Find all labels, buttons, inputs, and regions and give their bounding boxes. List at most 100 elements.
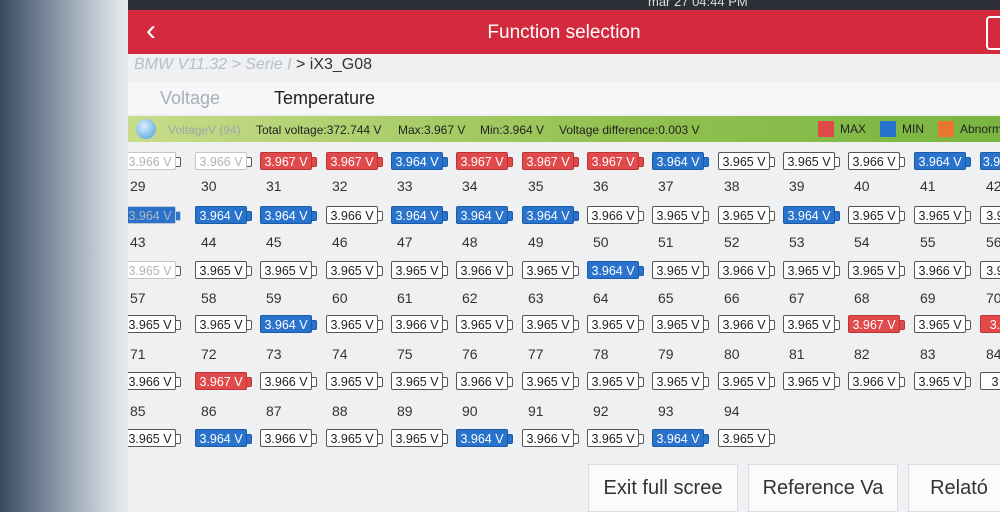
cell-voltage-badge[interactable]: 3.965 V bbox=[652, 315, 709, 333]
cell-voltage-badge[interactable]: 3.965 V bbox=[391, 429, 448, 447]
cell-voltage-badge[interactable]: 3.966 V bbox=[195, 152, 252, 170]
cell-voltage-badge[interactable]: 3.964 V bbox=[914, 152, 971, 170]
cell-voltage-badge[interactable]: 3.965 V bbox=[783, 372, 840, 390]
breadcrumb: BMW V11.32 > Serie I > iX3_G08 bbox=[134, 56, 372, 78]
cell-voltage-badge[interactable]: 3.965 V bbox=[652, 206, 709, 224]
cell-voltage-badge[interactable]: 3.965 V bbox=[522, 261, 579, 279]
cell-number: 70 bbox=[986, 290, 1000, 306]
cell-voltage-badge[interactable]: 3.965 V bbox=[718, 152, 775, 170]
cell-voltage-badge[interactable]: 3.964 V bbox=[456, 206, 513, 224]
cell-voltage-badge[interactable]: 3.966 V bbox=[718, 261, 775, 279]
cell-voltage-badge[interactable]: 3.964 V bbox=[456, 429, 513, 447]
cell-voltage-badge[interactable]: 3.965 V bbox=[522, 315, 579, 333]
voltage-icon bbox=[136, 119, 156, 139]
cell-voltage-badge[interactable]: 3.964 V bbox=[652, 429, 709, 447]
cell-voltage-badge[interactable]: 3.967 V bbox=[456, 152, 513, 170]
cell-voltage-badge[interactable]: 3.967 V bbox=[326, 152, 383, 170]
cell-voltage-badge[interactable]: 3.965 V bbox=[848, 261, 905, 279]
cell-voltage-badge[interactable]: 3.965 V bbox=[718, 429, 775, 447]
cell-voltage-badge[interactable]: 3.966 V bbox=[522, 429, 579, 447]
cell-voltage-badge[interactable]: 3.96 bbox=[980, 152, 1000, 170]
cell-voltage-badge[interactable]: 3.967 V bbox=[195, 372, 252, 390]
cell-number: 33 bbox=[397, 178, 413, 194]
cell-voltage-badge[interactable]: 3.965 V bbox=[783, 152, 840, 170]
cell-voltage-badge[interactable]: 3 bbox=[980, 372, 1000, 390]
cell-voltage-badge[interactable]: 3.967 V bbox=[587, 152, 644, 170]
cell-number: 51 bbox=[658, 234, 674, 250]
cell-voltage-badge[interactable]: 3.966 V bbox=[456, 261, 513, 279]
summary-bar: VoltageV (94) Total voltage:372.744 V Ma… bbox=[128, 116, 1000, 142]
cell-voltage-badge[interactable]: 3.965 V bbox=[456, 315, 513, 333]
cell-voltage-badge[interactable]: 3.965 V bbox=[391, 261, 448, 279]
cell-voltage-badge[interactable]: 3.966 V bbox=[128, 152, 181, 170]
cell-voltage-badge[interactable]: 3.965 V bbox=[326, 372, 383, 390]
cell-voltage-badge[interactable]: 3.965 V bbox=[914, 206, 971, 224]
cell-voltage-badge[interactable]: 3.966 V bbox=[128, 372, 181, 390]
cell-voltage-badge[interactable]: 3.965 V bbox=[128, 315, 181, 333]
cell-voltage-badge[interactable]: 3.965 V bbox=[522, 372, 579, 390]
cell-voltage-badge[interactable]: 3.965 V bbox=[128, 261, 181, 279]
cell-voltage-badge[interactable]: 3.964 V bbox=[587, 261, 644, 279]
cell-number: 31 bbox=[266, 178, 282, 194]
cell-voltage-badge[interactable]: 3.965 V bbox=[326, 261, 383, 279]
cell-voltage-badge[interactable]: 3.965 V bbox=[587, 429, 644, 447]
cell-voltage-badge[interactable]: 3.9 bbox=[980, 261, 1000, 279]
cell-voltage-badge[interactable]: 3.964 V bbox=[522, 206, 579, 224]
report-button[interactable]: Relató bbox=[908, 464, 1000, 512]
cell-voltage-badge[interactable]: 3.965 V bbox=[652, 372, 709, 390]
cell-voltage-badge[interactable]: 3.967 V bbox=[260, 152, 317, 170]
device-bezel bbox=[0, 0, 128, 512]
cell-voltage-badge[interactable]: 3.965 V bbox=[391, 372, 448, 390]
cell-voltage-badge[interactable]: 3.966 V bbox=[848, 152, 905, 170]
cell-voltage-badge[interactable]: 3.965 V bbox=[587, 315, 644, 333]
cell-voltage-badge[interactable]: 3.965 V bbox=[914, 372, 971, 390]
cell-voltage-badge[interactable]: 3.965 V bbox=[326, 315, 383, 333]
cell-voltage-badge[interactable]: 3.965 V bbox=[326, 429, 383, 447]
cell-voltage-badge[interactable]: 3.966 V bbox=[456, 372, 513, 390]
cell-number: 88 bbox=[332, 403, 348, 419]
breadcrumb-prefix[interactable]: BMW V11.32 > Serie I bbox=[134, 56, 292, 73]
cell-number: 45 bbox=[266, 234, 282, 250]
cell-voltage-badge[interactable]: 3.965 V bbox=[652, 261, 709, 279]
cell-voltage-badge[interactable]: 3.965 V bbox=[783, 261, 840, 279]
window-icon[interactable] bbox=[986, 16, 1000, 50]
cell-voltage-badge[interactable]: 3.964 V bbox=[391, 152, 448, 170]
cell-voltage-badge[interactable]: 3.966 V bbox=[260, 372, 317, 390]
cell-voltage-badge[interactable]: 3.966 V bbox=[391, 315, 448, 333]
cell-voltage-badge[interactable]: 3.965 V bbox=[128, 429, 181, 447]
cell-voltage-badge[interactable]: 3.966 V bbox=[718, 315, 775, 333]
cell-voltage-badge[interactable]: 3.966 V bbox=[260, 429, 317, 447]
cell-voltage-badge[interactable]: 3.964 V bbox=[260, 206, 317, 224]
cell-voltage-badge[interactable]: 3.964 V bbox=[391, 206, 448, 224]
cell-voltage-badge[interactable]: 3.965 V bbox=[587, 372, 644, 390]
cell-voltage-badge[interactable]: 3.966 V bbox=[587, 206, 644, 224]
cell-voltage-badge[interactable]: 3.964 V bbox=[195, 206, 252, 224]
cell-voltage-badge[interactable]: 3.964 V bbox=[128, 206, 181, 224]
cell-number: 79 bbox=[658, 346, 674, 362]
cell-voltage-badge[interactable]: 3.965 V bbox=[783, 315, 840, 333]
cell-voltage-badge[interactable]: 3.965 V bbox=[848, 206, 905, 224]
cell-voltage-badge[interactable]: 3.966 V bbox=[848, 372, 905, 390]
cell-number: 94 bbox=[724, 403, 740, 419]
cell-voltage-badge[interactable]: 3.967 V bbox=[848, 315, 905, 333]
cell-voltage-badge[interactable]: 3.965 V bbox=[914, 315, 971, 333]
cell-number: 92 bbox=[593, 403, 609, 419]
cell-voltage-badge[interactable]: 3.965 V bbox=[195, 261, 252, 279]
cell-voltage-badge[interactable]: 3.964 V bbox=[195, 429, 252, 447]
cell-voltage-badge[interactable]: 3.964 V bbox=[652, 152, 709, 170]
cell-voltage-badge[interactable]: 3.965 V bbox=[718, 206, 775, 224]
cell-voltage-badge[interactable]: 3.965 V bbox=[195, 315, 252, 333]
tab-temperature[interactable]: Temperature bbox=[274, 88, 375, 109]
cell-voltage-badge[interactable]: 3.964 V bbox=[783, 206, 840, 224]
exit-full-screen-button[interactable]: Exit full scree bbox=[588, 464, 738, 512]
cell-voltage-badge[interactable]: 3.966 V bbox=[326, 206, 383, 224]
cell-voltage-badge[interactable]: 3.965 V bbox=[260, 261, 317, 279]
cell-voltage-badge[interactable]: 3. bbox=[980, 315, 1000, 333]
cell-voltage-badge[interactable]: 3.9 bbox=[980, 206, 1000, 224]
cell-voltage-badge[interactable]: 3.964 V bbox=[260, 315, 317, 333]
tab-voltage[interactable]: Voltage bbox=[160, 88, 220, 109]
cell-voltage-badge[interactable]: 3.965 V bbox=[718, 372, 775, 390]
reference-value-button[interactable]: Reference Va bbox=[748, 464, 898, 512]
cell-voltage-badge[interactable]: 3.967 V bbox=[522, 152, 579, 170]
cell-voltage-badge[interactable]: 3.966 V bbox=[914, 261, 971, 279]
